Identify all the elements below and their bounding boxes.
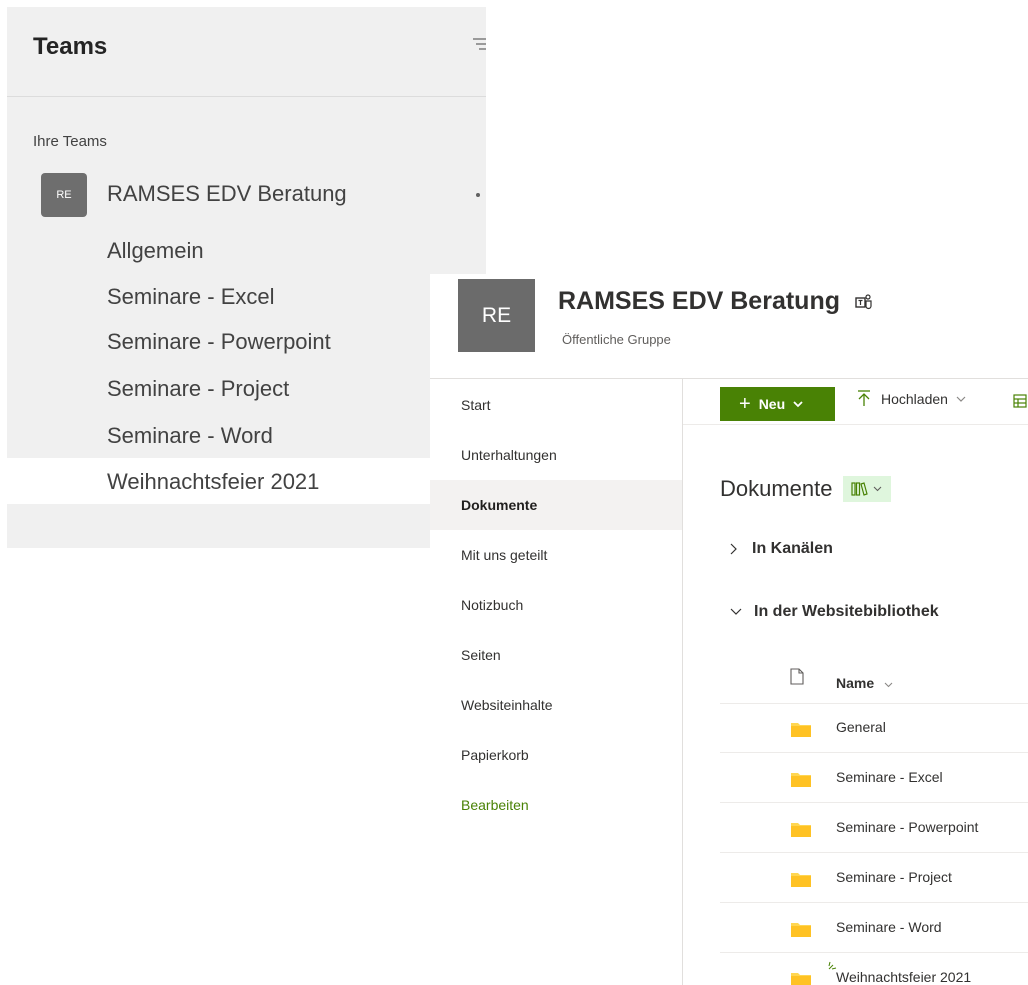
nav-item-mit-uns-geteilt[interactable]: Mit uns geteilt bbox=[430, 530, 682, 580]
file-row[interactable]: Seminare - Powerpoint bbox=[720, 803, 1028, 853]
teams-header: Teams bbox=[7, 7, 486, 97]
file-row[interactable]: Seminare - Excel bbox=[720, 753, 1028, 803]
folder-icon bbox=[791, 973, 811, 985]
nav-item-papierkorb[interactable]: Papierkorb bbox=[430, 730, 682, 780]
new-button-label: Neu bbox=[758, 396, 786, 412]
chevron-right-icon bbox=[730, 543, 737, 555]
name-column-label: Name bbox=[836, 675, 875, 691]
upload-button[interactable]: Hochladen bbox=[857, 390, 966, 407]
filter-icon[interactable] bbox=[473, 37, 486, 53]
file-name[interactable]: Seminare - Project bbox=[836, 869, 952, 885]
library-title-text: Dokumente bbox=[720, 476, 833, 501]
file-row[interactable]: Weihnachtsfeier 2021 bbox=[720, 953, 1028, 985]
folder-icon bbox=[791, 873, 811, 887]
list-header-row: Name bbox=[720, 653, 1028, 704]
teams-title: Teams bbox=[33, 33, 108, 60]
library-icon bbox=[851, 482, 868, 496]
teams-panel: Teams Ihre Teams RE RAMSES EDV Beratung … bbox=[7, 7, 486, 548]
site-logo[interactable]: RE bbox=[458, 279, 535, 352]
team-avatar[interactable]: RE bbox=[41, 173, 87, 217]
file-name[interactable]: Seminare - Excel bbox=[836, 769, 943, 785]
section-in-kanaelen-label: In Kanälen bbox=[752, 540, 833, 557]
channel-item-seminare-powerpoint[interactable]: Seminare - Powerpoint bbox=[107, 329, 331, 355]
chevron-down-icon bbox=[793, 400, 803, 407]
nav-edit-link[interactable]: Bearbeiten bbox=[430, 780, 682, 830]
team-name[interactable]: RAMSES EDV Beratung bbox=[107, 181, 347, 207]
document-icon bbox=[790, 668, 804, 685]
plus-icon: + bbox=[739, 393, 751, 415]
nav-item-websiteinhalte[interactable]: Websiteinhalte bbox=[430, 680, 682, 730]
name-column-header[interactable]: Name bbox=[836, 675, 893, 691]
channel-item-weihnachtsfeier-2021[interactable]: Weihnachtsfeier 2021 bbox=[107, 469, 319, 495]
channel-item-seminare-word[interactable]: Seminare - Word bbox=[107, 423, 273, 449]
channel-item-seminare-excel[interactable]: Seminare - Excel bbox=[107, 284, 275, 310]
file-row[interactable]: General bbox=[720, 703, 1028, 753]
chevron-down-icon bbox=[884, 682, 893, 688]
chevron-down-icon bbox=[956, 396, 966, 402]
section-website-library[interactable]: In der Websitebibliothek bbox=[730, 603, 939, 621]
chevron-down-icon bbox=[730, 608, 742, 615]
section-in-kanaelen[interactable]: In Kanälen bbox=[730, 540, 833, 558]
file-name[interactable]: Seminare - Powerpoint bbox=[836, 819, 978, 835]
folder-icon bbox=[791, 923, 811, 937]
nav-item-dokumente[interactable]: Dokumente bbox=[430, 480, 682, 530]
folder-icon bbox=[791, 723, 811, 737]
teams-icon bbox=[855, 294, 872, 310]
upload-icon bbox=[858, 390, 870, 406]
more-options-icon[interactable] bbox=[476, 193, 480, 197]
grid-view-icon[interactable] bbox=[1013, 394, 1027, 408]
chevron-down-icon bbox=[873, 486, 882, 492]
section-website-library-label: In der Websitebibliothek bbox=[754, 603, 939, 620]
file-name[interactable]: Seminare - Word bbox=[836, 919, 942, 935]
nav-item-notizbuch[interactable]: Notizbuch bbox=[430, 580, 682, 630]
library-title: Dokumente bbox=[720, 476, 891, 502]
site-header: RE RAMSES EDV Beratung Öffentliche Grupp… bbox=[430, 274, 1028, 379]
site-title[interactable]: RAMSES EDV Beratung bbox=[558, 287, 873, 316]
nav-item-start[interactable]: Start bbox=[430, 380, 682, 430]
your-teams-label: Ihre Teams bbox=[33, 133, 107, 150]
file-name[interactable]: General bbox=[836, 719, 886, 735]
channel-item-seminare-project[interactable]: Seminare - Project bbox=[107, 376, 289, 402]
nav-item-unterhaltungen[interactable]: Unterhaltungen bbox=[430, 430, 682, 480]
channel-item-allgemein[interactable]: Allgemein bbox=[107, 238, 204, 264]
nav-item-seiten[interactable]: Seiten bbox=[430, 630, 682, 680]
folder-icon bbox=[791, 773, 811, 787]
file-row[interactable]: Seminare - Word bbox=[720, 903, 1028, 953]
sharepoint-window: RE RAMSES EDV Beratung Öffentliche Grupp… bbox=[430, 274, 1028, 985]
view-switcher-button[interactable] bbox=[842, 476, 891, 502]
upload-button-label: Hochladen bbox=[881, 390, 948, 407]
file-row[interactable]: Seminare - Project bbox=[720, 853, 1028, 903]
new-button[interactable]: + Neu bbox=[720, 387, 835, 421]
file-name[interactable]: Weihnachtsfeier 2021 bbox=[836, 969, 971, 985]
document-library: + Neu Hochladen Dokumente In Kanälen In … bbox=[683, 378, 1028, 985]
site-navigation: Start Unterhaltungen Dokumente Mit uns g… bbox=[430, 378, 683, 985]
site-title-text[interactable]: RAMSES EDV Beratung bbox=[558, 287, 840, 315]
folder-icon bbox=[791, 823, 811, 837]
site-subtitle: Öffentliche Gruppe bbox=[562, 332, 671, 347]
command-bar: + Neu Hochladen bbox=[683, 378, 1028, 425]
